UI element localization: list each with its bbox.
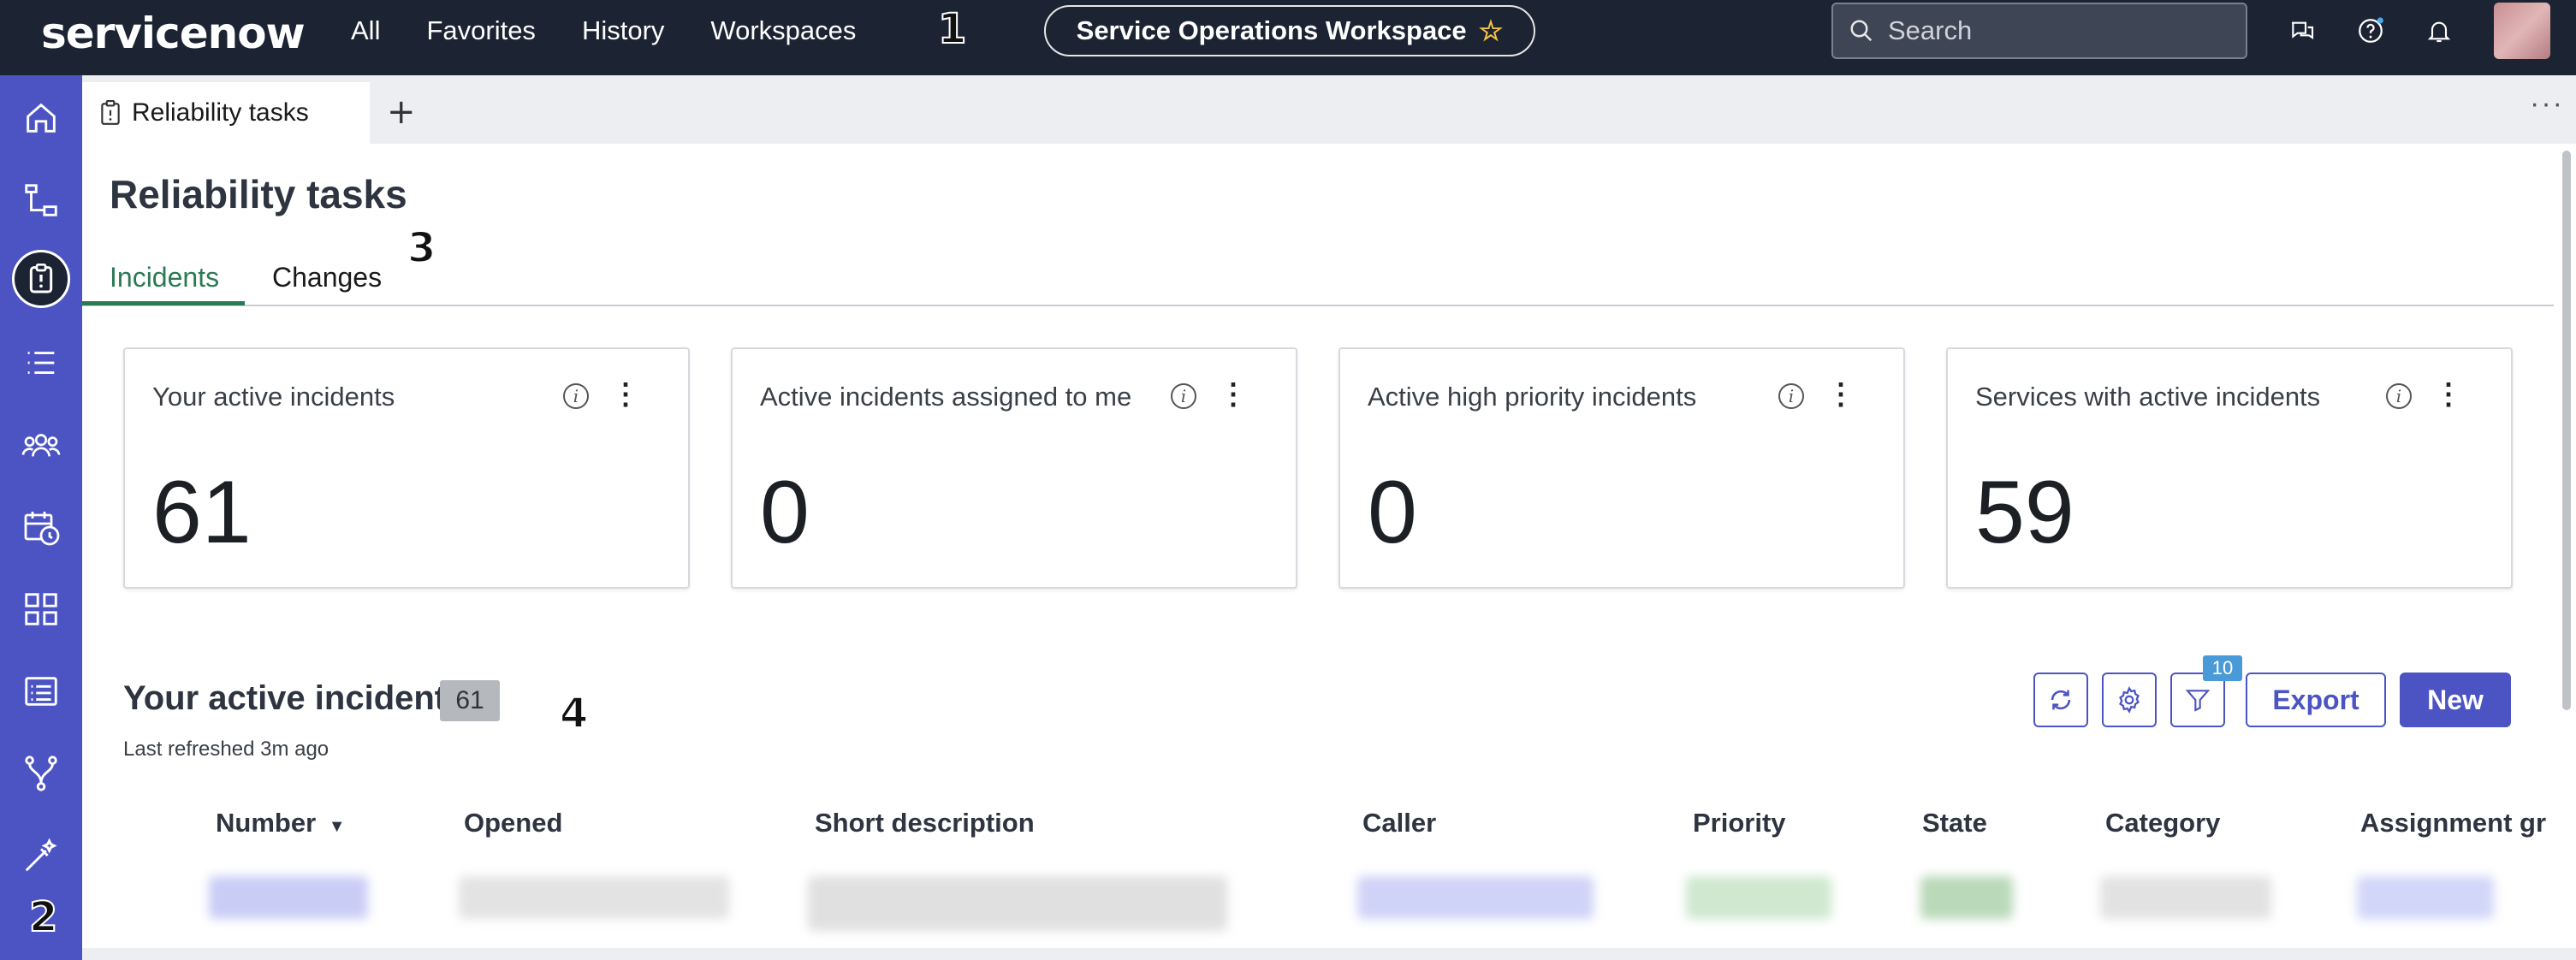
- nav-favorites[interactable]: Favorites: [426, 15, 535, 46]
- people-icon[interactable]: [15, 419, 67, 471]
- column-header-short-description[interactable]: Short description: [815, 808, 1035, 839]
- last-refreshed-text: Last refreshed 3m ago: [123, 738, 329, 761]
- annotation-marker-2: 2: [28, 892, 58, 942]
- column-header-caller[interactable]: Caller: [1362, 808, 1436, 839]
- servicenow-logo[interactable]: servicenow: [41, 9, 306, 58]
- nav-workspaces[interactable]: Workspaces: [710, 15, 856, 46]
- info-icon[interactable]: i: [1778, 383, 1804, 409]
- table-row-blurred-description: [808, 876, 1227, 931]
- table-row-blurred-caller[interactable]: [1357, 876, 1594, 919]
- hierarchy-icon[interactable]: [15, 175, 67, 226]
- magic-wand-icon[interactable]: [15, 830, 67, 881]
- add-tab-button[interactable]: +: [387, 92, 416, 132]
- table-row-blurred-priority: [1686, 876, 1831, 919]
- settings-button[interactable]: [2102, 673, 2157, 727]
- more-options-icon[interactable]: ···: [2530, 87, 2564, 121]
- table-row-blurred-state: [1920, 876, 2013, 919]
- table-row-blurred-category: [2100, 876, 2271, 919]
- refresh-icon: [2051, 690, 2071, 710]
- nav-all[interactable]: All: [351, 15, 380, 46]
- help-icon[interactable]: [2353, 14, 2388, 48]
- kebab-menu-icon[interactable]: ⋮: [611, 380, 640, 409]
- card-title: Active high priority incidents: [1368, 382, 1697, 412]
- refresh-button[interactable]: [2033, 673, 2088, 727]
- grid-icon[interactable]: [15, 584, 67, 635]
- kebab-menu-icon[interactable]: ⋮: [2434, 380, 2463, 409]
- record-count-badge: 61: [440, 680, 500, 721]
- clipboard-icon[interactable]: [12, 250, 70, 308]
- card-value: 59: [1975, 463, 2074, 562]
- active-tab-indicator: [82, 301, 245, 305]
- export-button[interactable]: Export: [2246, 673, 2386, 727]
- tab-incidents[interactable]: Incidents: [110, 262, 219, 293]
- search-input[interactable]: [1888, 15, 2230, 46]
- kebab-menu-icon[interactable]: ⋮: [1219, 380, 1248, 409]
- top-navigation-bar: servicenow All Favorites History Workspa…: [0, 0, 2576, 75]
- card-value: 0: [1368, 463, 1417, 562]
- list-icon[interactable]: [15, 337, 67, 388]
- kpi-card-high-priority[interactable]: Active high priority incidents i ⋮ 0: [1338, 347, 1905, 589]
- notification-bell-icon[interactable]: [2422, 14, 2456, 48]
- subtab-bar: Incidents Changes: [82, 240, 2554, 306]
- calendar-clock-icon[interactable]: [15, 501, 67, 553]
- filter-count-badge: 10: [2203, 655, 2242, 681]
- kpi-card-assigned-to-me[interactable]: Active incidents assigned to me i ⋮ 0: [731, 347, 1297, 589]
- global-search[interactable]: [1831, 3, 2247, 59]
- tab-reliability-tasks[interactable]: Reliability tasks: [82, 82, 370, 144]
- workspace-title: Service Operations Workspace: [1076, 15, 1467, 45]
- column-header-number[interactable]: Number ▼: [216, 808, 346, 839]
- table-row-blurred-opened: [459, 876, 729, 919]
- column-header-opened[interactable]: Opened: [464, 808, 562, 839]
- nav-history[interactable]: History: [582, 15, 664, 46]
- tab-label: Reliability tasks: [132, 98, 309, 127]
- info-icon[interactable]: i: [563, 383, 589, 409]
- page-title: Reliability tasks: [110, 172, 407, 216]
- main-nav: All Favorites History Workspaces: [351, 0, 856, 62]
- card-title: Your active incidents: [152, 382, 395, 412]
- workspace-tab-bar: Reliability tasks + ···: [82, 75, 2576, 144]
- column-header-category[interactable]: Category: [2105, 808, 2220, 839]
- card-value: 0: [760, 463, 810, 562]
- card-title: Services with active incidents: [1975, 382, 2321, 412]
- gear-icon: [2119, 686, 2140, 714]
- table-row-blurred-assignment-group[interactable]: [2357, 876, 2494, 919]
- info-icon[interactable]: i: [1171, 383, 1196, 409]
- clipboard-icon: [101, 100, 120, 125]
- column-header-assignment-group[interactable]: Assignment gr: [2360, 808, 2546, 839]
- star-icon[interactable]: ☆: [1479, 15, 1504, 47]
- info-icon[interactable]: i: [2386, 383, 2412, 409]
- user-avatar[interactable]: [2494, 3, 2550, 59]
- annotation-marker-3: 3: [407, 223, 436, 273]
- sidebar: [0, 75, 82, 960]
- annotation-marker-4: 4: [559, 689, 589, 738]
- home-icon[interactable]: [15, 92, 67, 144]
- new-button[interactable]: New: [2400, 673, 2511, 727]
- card-value: 61: [152, 463, 252, 562]
- tab-changes[interactable]: Changes: [272, 262, 382, 293]
- bottom-divider: [82, 948, 2576, 960]
- workspace-title-pill[interactable]: Service Operations Workspace ☆: [1044, 5, 1535, 56]
- search-icon: [1850, 20, 1873, 42]
- kpi-card-your-active-incidents[interactable]: Your active incidents i ⋮ 61: [123, 347, 690, 589]
- filter-icon: [2185, 690, 2211, 712]
- branch-icon[interactable]: [15, 748, 67, 799]
- sort-desc-icon[interactable]: ▼: [329, 817, 346, 836]
- column-header-state[interactable]: State: [1922, 808, 1987, 839]
- vertical-scrollbar[interactable]: [2562, 151, 2571, 710]
- table-row-blurred-number[interactable]: [209, 876, 368, 919]
- list-detail-icon[interactable]: [15, 666, 67, 717]
- annotation-marker-1: 1: [937, 4, 967, 54]
- chat-icon[interactable]: [2285, 14, 2319, 48]
- column-header-priority[interactable]: Priority: [1693, 808, 1786, 839]
- card-title: Active incidents assigned to me: [760, 382, 1132, 412]
- kebab-menu-icon[interactable]: ⋮: [1826, 380, 1855, 409]
- column-label: Number: [216, 808, 317, 838]
- list-title: Your active incidents: [123, 679, 466, 717]
- kpi-card-services-with-incidents[interactable]: Services with active incidents i ⋮ 59: [1946, 347, 2513, 589]
